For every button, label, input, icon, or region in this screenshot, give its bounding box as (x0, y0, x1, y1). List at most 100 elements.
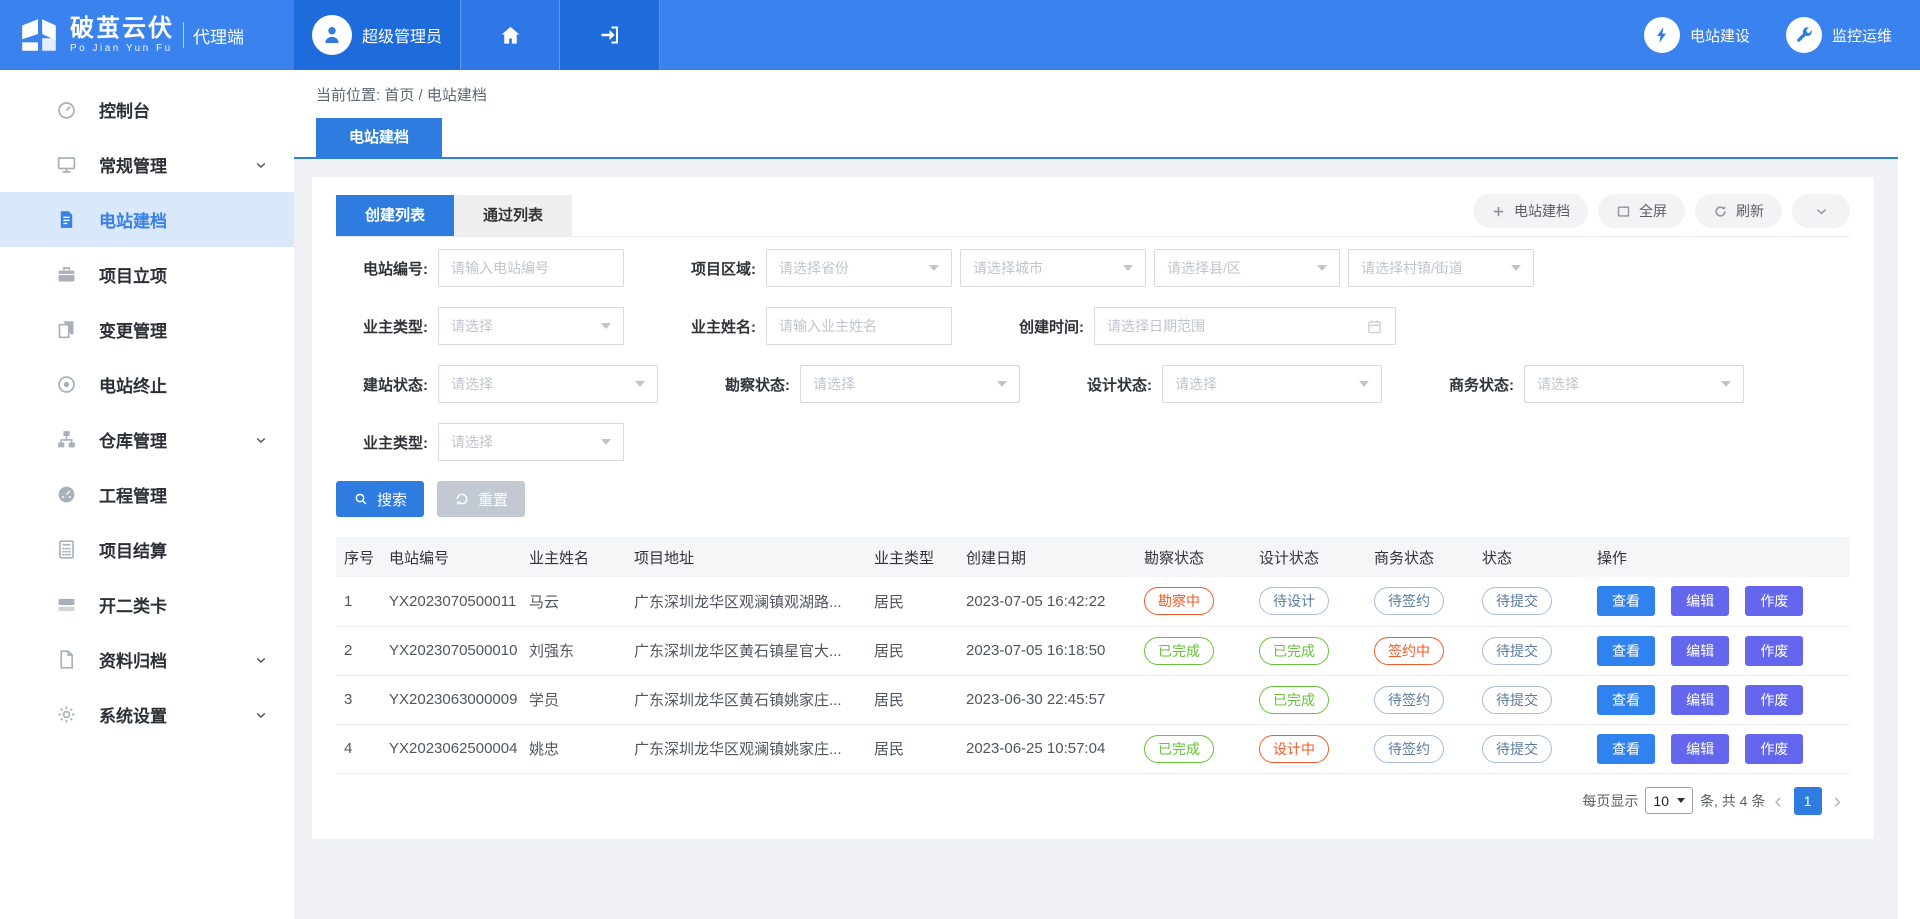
sidebar-item-open-class2-card[interactable]: 开二类卡 (0, 577, 294, 632)
status-badge: 待提交 (1482, 735, 1552, 763)
edit-button[interactable]: 编辑 (1671, 586, 1729, 616)
page-header: 当前位置: 首页 / 电站建档 电站建档 (294, 70, 1898, 159)
next-page-button[interactable]: › (1825, 790, 1850, 812)
fullscreen-icon (1616, 204, 1631, 219)
per-page-select[interactable]: 10 (1645, 787, 1693, 814)
create-plant-button[interactable]: 电站建档 (1473, 194, 1588, 228)
plant-table: 序号 电站编号 业主姓名 项目地址 业主类型 创建日期 勘察状态 设计状态 商务… (336, 537, 1850, 774)
sidebar: 控制台 常规管理 电站建档 项目立项 (0, 70, 294, 919)
status-badge: 已完成 (1259, 637, 1329, 665)
caret-down-icon (601, 323, 611, 329)
caret-down-icon (1359, 381, 1369, 387)
reset-button[interactable]: 重置 (437, 481, 525, 517)
status-badge: 设计中 (1259, 735, 1329, 763)
logo: 破茧云伏 Po Jian Yun Fu 代理端 (0, 0, 294, 70)
void-button[interactable]: 作废 (1745, 734, 1803, 764)
breadcrumb-path[interactable]: 首页 / 电站建档 (384, 87, 487, 104)
sidebar-item-system-settings[interactable]: 系统设置 (0, 687, 294, 742)
view-button[interactable]: 查看 (1597, 734, 1655, 764)
caret-down-icon (1511, 265, 1521, 271)
field-label: 商务状态: (1422, 374, 1514, 395)
view-button[interactable]: 查看 (1597, 685, 1655, 715)
fullscreen-button[interactable]: 全屏 (1598, 194, 1685, 228)
avatar (312, 15, 352, 55)
edit-button[interactable]: 编辑 (1671, 734, 1729, 764)
sidebar-item-data-archive[interactable]: 资料归档 (0, 632, 294, 687)
collapse-toolbar-button[interactable] (1792, 194, 1850, 228)
caret-down-icon (601, 439, 611, 445)
plant-filing-panel: 创建列表 通过列表 电站建档 全屏 刷新 (312, 177, 1874, 839)
filter-row-4: 业主类型: 请选择 (336, 423, 1850, 461)
sidebar-item-project-settlement[interactable]: 项目结算 (0, 522, 294, 577)
breadcrumb: 当前位置: 首页 / 电站建档 (316, 84, 1898, 105)
status-badge: 待设计 (1259, 587, 1329, 615)
nav-monitoring-ops[interactable]: 监控运维 (1786, 17, 1892, 53)
app-title: 破茧云伏 (70, 16, 174, 42)
chevron-down-icon (254, 653, 268, 667)
province-select[interactable]: 请选择省份 (766, 249, 952, 287)
search-button[interactable]: 搜索 (336, 481, 424, 517)
field-label: 业主类型: (336, 432, 428, 453)
status-badge: 已完成 (1144, 735, 1214, 763)
business-status-select[interactable]: 请选择 (1524, 365, 1744, 403)
sidebar-item-general-mgmt[interactable]: 常规管理 (0, 137, 294, 192)
breadcrumb-label: 当前位置: (316, 87, 380, 104)
edit-button[interactable]: 编辑 (1671, 636, 1729, 666)
home-button[interactable] (460, 0, 560, 70)
settings-icon (56, 704, 77, 725)
void-button[interactable]: 作废 (1745, 636, 1803, 666)
table-row: 1 YX2023070500011 马云 广东深圳龙华区观澜镇观湖路... 居民… (336, 577, 1850, 626)
monitor-icon (56, 154, 77, 175)
field-label: 建站状态: (336, 374, 428, 395)
divider (183, 22, 184, 48)
void-button[interactable]: 作废 (1745, 586, 1803, 616)
edit-button[interactable]: 编辑 (1671, 685, 1729, 715)
page-number-1[interactable]: 1 (1794, 787, 1822, 815)
gauge-icon (56, 99, 77, 120)
void-button[interactable]: 作废 (1745, 685, 1803, 715)
logout-button[interactable] (560, 0, 660, 70)
sidebar-item-project-initiation[interactable]: 项目立项 (0, 247, 294, 302)
sidebar-item-plant-filing[interactable]: 电站建档 (0, 192, 294, 247)
build-status-select[interactable]: 请选择 (438, 365, 658, 403)
owner-name-input[interactable] (766, 307, 952, 345)
view-button[interactable]: 查看 (1597, 586, 1655, 616)
page-tab-plant-filing[interactable]: 电站建档 (316, 118, 442, 157)
top-navigation: 电站建设 监控运维 (1644, 0, 1920, 70)
status-badge: 已完成 (1259, 686, 1329, 714)
sidebar-item-console[interactable]: 控制台 (0, 82, 294, 137)
chevron-down-icon (254, 158, 268, 172)
user-menu[interactable]: 超级管理员 (294, 0, 460, 70)
panel-toolbar: 电站建档 全屏 刷新 (1473, 194, 1850, 228)
owner-type2-select[interactable]: 请选择 (438, 423, 624, 461)
sidebar-item-engineering-mgmt[interactable]: 工程管理 (0, 467, 294, 522)
sidebar-item-change-mgmt[interactable]: 变更管理 (0, 302, 294, 357)
sidebar-item-warehouse-mgmt[interactable]: 仓库管理 (0, 412, 294, 467)
refresh-icon (1713, 204, 1728, 219)
caret-down-icon (1721, 381, 1731, 387)
caret-down-icon (635, 381, 645, 387)
tab-passed-list[interactable]: 通过列表 (454, 195, 572, 236)
county-select[interactable]: 请选择县/区 (1154, 249, 1340, 287)
station-code-input[interactable] (438, 249, 624, 287)
design-status-select[interactable]: 请选择 (1162, 365, 1382, 403)
owner-type-select[interactable]: 请选择 (438, 307, 624, 345)
logout-icon (598, 23, 622, 47)
town-select[interactable]: 请选择村镇/街道 (1348, 249, 1534, 287)
copy-icon (56, 319, 77, 340)
status-badge: 签约中 (1374, 637, 1444, 665)
tab-create-list[interactable]: 创建列表 (336, 195, 454, 236)
search-icon (353, 491, 369, 507)
prev-page-button[interactable]: ‹ (1765, 790, 1790, 812)
create-time-range-input[interactable]: 请选择日期范围 (1094, 307, 1396, 345)
sidebar-item-plant-termination[interactable]: 电站终止 (0, 357, 294, 412)
survey-status-select[interactable]: 请选择 (800, 365, 1020, 403)
city-select[interactable]: 请选择城市 (960, 249, 1146, 287)
topbar: 破茧云伏 Po Jian Yun Fu 代理端 超级管理员 (0, 0, 1920, 70)
view-button[interactable]: 查看 (1597, 636, 1655, 666)
filter-form: 电站编号: 项目区域: 请选择省份 请选择城市 请选择县/区 (336, 237, 1850, 461)
status-badge: 待签约 (1374, 686, 1444, 714)
nav-plant-construction[interactable]: 电站建设 (1644, 17, 1750, 53)
refresh-button[interactable]: 刷新 (1695, 194, 1782, 228)
home-icon (499, 24, 522, 47)
